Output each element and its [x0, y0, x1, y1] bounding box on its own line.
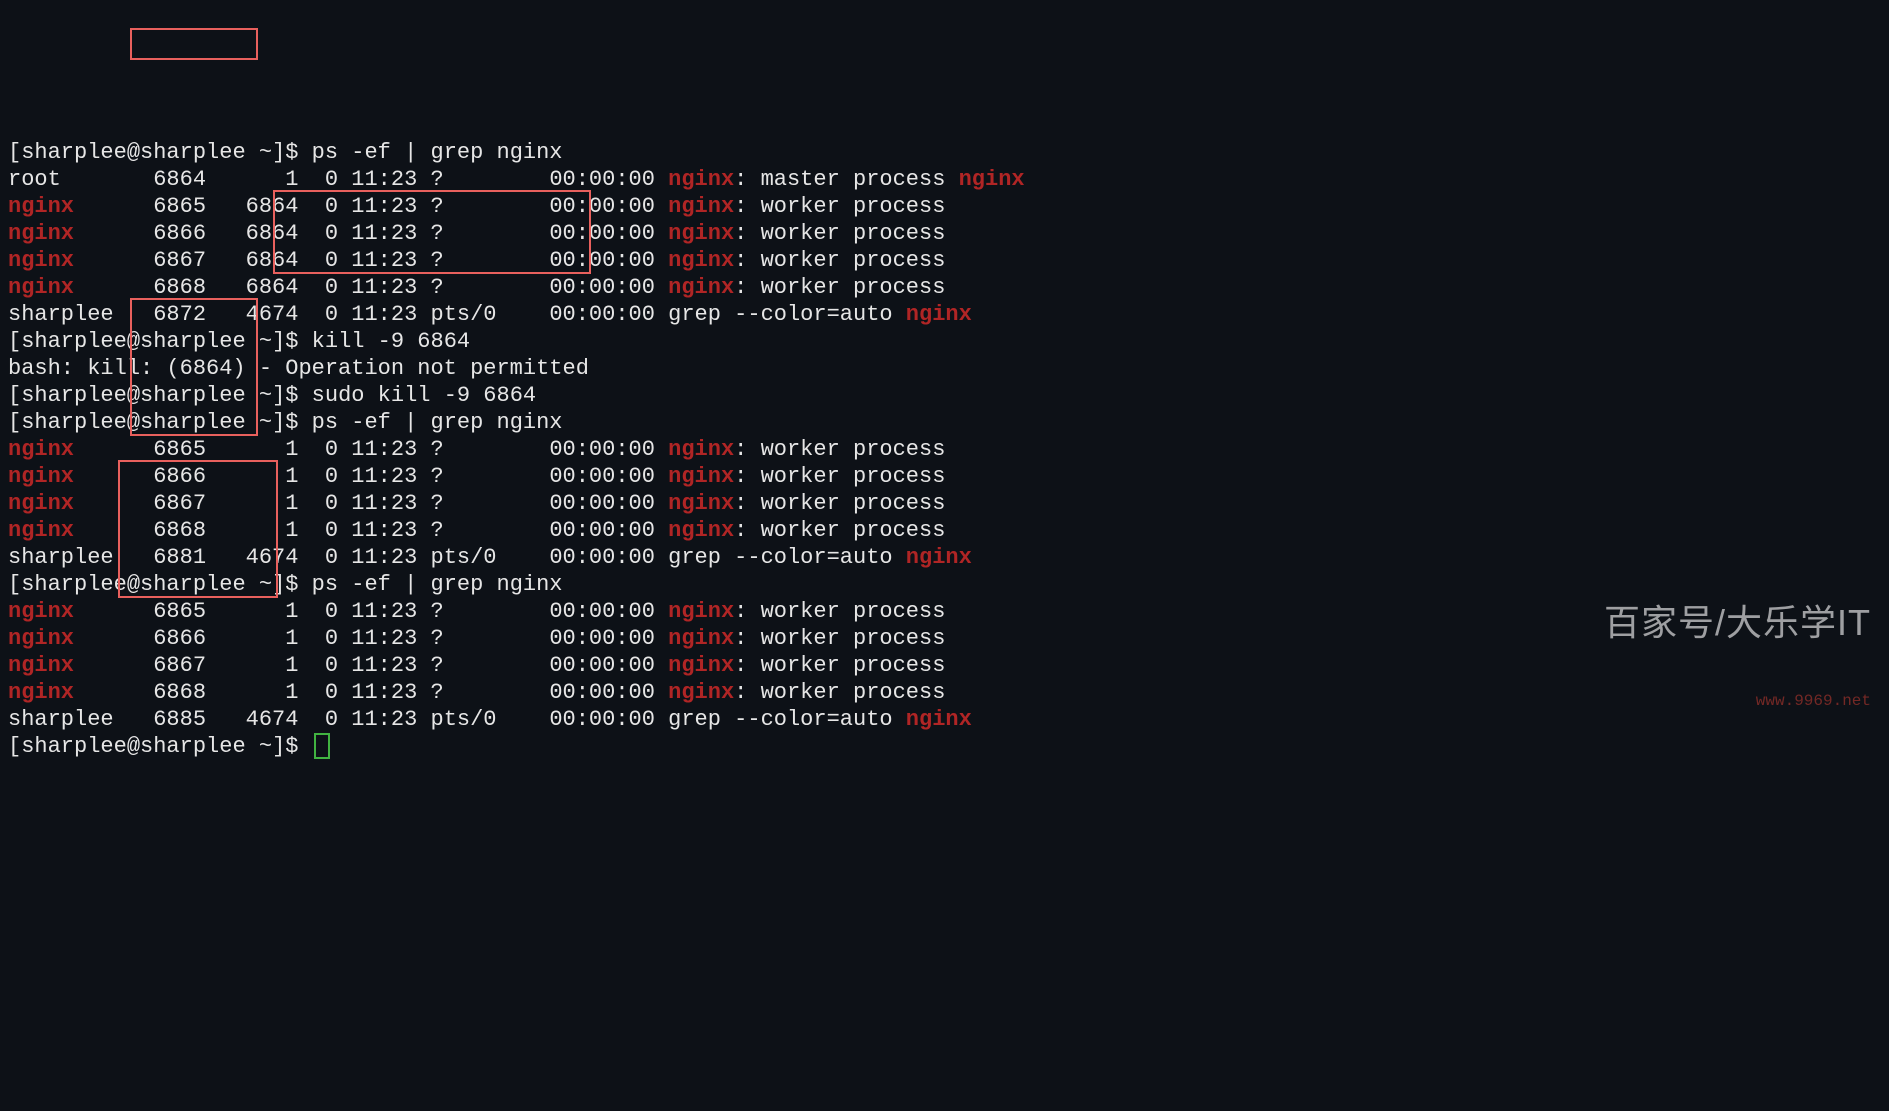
- prompt: [sharplee@sharplee ~]$: [8, 329, 312, 354]
- nginx-user: nginx: [8, 599, 74, 624]
- nginx-match: nginx: [668, 518, 734, 543]
- ps-row: nginx 6867 6864 0 11:23 ? 00:00:00 nginx…: [8, 248, 945, 273]
- nginx-match: nginx: [668, 194, 734, 219]
- nginx-match: nginx: [668, 275, 734, 300]
- ps-row: nginx 6865 1 0 11:23 ? 00:00:00 nginx: w…: [8, 599, 945, 624]
- ps-row: nginx 6865 6864 0 11:23 ? 00:00:00 nginx…: [8, 194, 945, 219]
- nginx-match: nginx: [906, 545, 972, 570]
- nginx-user: nginx: [8, 680, 74, 705]
- cursor[interactable]: [314, 733, 330, 759]
- ps-row: nginx 6866 1 0 11:23 ? 00:00:00 nginx: w…: [8, 464, 945, 489]
- nginx-user: nginx: [8, 437, 74, 462]
- ps-row: sharplee 6881 4674 0 11:23 pts/0 00:00:0…: [8, 545, 972, 570]
- nginx-match: nginx: [906, 707, 972, 732]
- nginx-user: nginx: [8, 464, 74, 489]
- ps-row: root 6864 1 0 11:23 ? 00:00:00 nginx: ma…: [8, 167, 1025, 192]
- prompt: [sharplee@sharplee ~]$: [8, 410, 312, 435]
- nginx-match: nginx: [668, 680, 734, 705]
- prompt[interactable]: [sharplee@sharplee ~]$: [8, 734, 312, 759]
- ps-row: sharplee 6872 4674 0 11:23 pts/0 00:00:0…: [8, 302, 972, 327]
- nginx-match: nginx: [668, 437, 734, 462]
- ps-row: nginx 6868 1 0 11:23 ? 00:00:00 nginx: w…: [8, 518, 945, 543]
- nginx-match: nginx: [668, 626, 734, 651]
- nginx-match: nginx: [668, 221, 734, 246]
- command-kill: kill -9 6864: [312, 329, 470, 354]
- prompt: [sharplee@sharplee ~]$: [8, 140, 312, 165]
- ps-row: nginx 6866 1 0 11:23 ? 00:00:00 nginx: w…: [8, 626, 945, 651]
- command-sudo-kill: sudo kill -9 6864: [312, 383, 536, 408]
- nginx-match: nginx: [906, 302, 972, 327]
- highlight-box-master-pid: [130, 28, 258, 60]
- nginx-match: nginx: [668, 599, 734, 624]
- nginx-user: nginx: [8, 626, 74, 651]
- ps-row: nginx 6868 1 0 11:23 ? 00:00:00 nginx: w…: [8, 680, 945, 705]
- command-ps: ps -ef | grep nginx: [312, 140, 563, 165]
- ps-row: nginx 6866 6864 0 11:23 ? 00:00:00 nginx…: [8, 221, 945, 246]
- nginx-match: nginx: [668, 653, 734, 678]
- nginx-user: nginx: [8, 275, 74, 300]
- nginx-user: nginx: [8, 653, 74, 678]
- nginx-user: nginx: [8, 518, 74, 543]
- nginx-user: nginx: [8, 194, 74, 219]
- nginx-match: nginx: [668, 248, 734, 273]
- ps-row: sharplee 6885 4674 0 11:23 pts/0 00:00:0…: [8, 707, 972, 732]
- ps-row: nginx 6865 1 0 11:23 ? 00:00:00 nginx: w…: [8, 437, 945, 462]
- error-output: bash: kill: (6864) - Operation not permi…: [8, 356, 589, 381]
- nginx-user: nginx: [8, 248, 74, 273]
- prompt: [sharplee@sharplee ~]$: [8, 572, 312, 597]
- command-ps: ps -ef | grep nginx: [312, 572, 563, 597]
- nginx-match: nginx: [959, 167, 1025, 192]
- nginx-match: nginx: [668, 491, 734, 516]
- command-ps: ps -ef | grep nginx: [312, 410, 563, 435]
- ps-row: nginx 6867 1 0 11:23 ? 00:00:00 nginx: w…: [8, 491, 945, 516]
- nginx-user: nginx: [8, 491, 74, 516]
- nginx-match: nginx: [668, 167, 734, 192]
- prompt: [sharplee@sharplee ~]$: [8, 383, 312, 408]
- ps-row: nginx 6868 6864 0 11:23 ? 00:00:00 nginx…: [8, 275, 945, 300]
- ps-row: nginx 6867 1 0 11:23 ? 00:00:00 nginx: w…: [8, 653, 945, 678]
- nginx-match: nginx: [668, 464, 734, 489]
- terminal-output: [sharplee@sharplee ~]$ ps -ef | grep ngi…: [8, 112, 1881, 760]
- nginx-user: nginx: [8, 221, 74, 246]
